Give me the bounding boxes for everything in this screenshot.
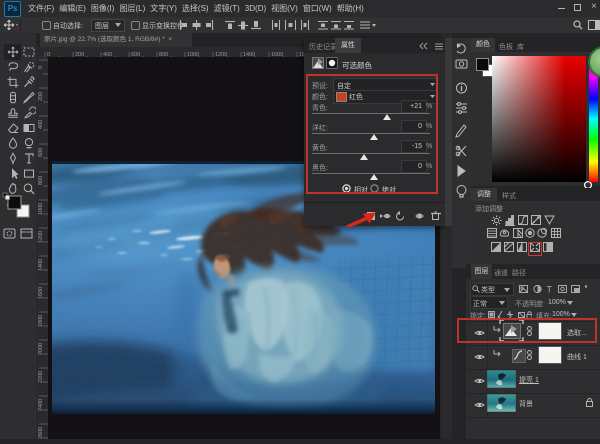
svg-text:1400: 1400 bbox=[38, 259, 44, 271]
svg-text:600: 600 bbox=[38, 148, 44, 157]
svg-text:1800: 1800 bbox=[38, 315, 44, 327]
svg-text:200: 200 bbox=[38, 92, 44, 101]
svg-text:2200: 2200 bbox=[38, 371, 44, 383]
svg-text:1600: 1600 bbox=[38, 287, 44, 299]
svg-text:1200: 1200 bbox=[38, 231, 44, 243]
svg-text:400: 400 bbox=[38, 120, 44, 129]
svg-text:800: 800 bbox=[38, 176, 44, 185]
svg-text:2000: 2000 bbox=[38, 343, 44, 355]
svg-text:2400: 2400 bbox=[38, 399, 44, 411]
svg-text:1000: 1000 bbox=[38, 203, 44, 215]
svg-text:2600: 2600 bbox=[38, 427, 44, 439]
svg-text:0: 0 bbox=[38, 66, 44, 69]
svg-text:T: T bbox=[547, 285, 553, 295]
